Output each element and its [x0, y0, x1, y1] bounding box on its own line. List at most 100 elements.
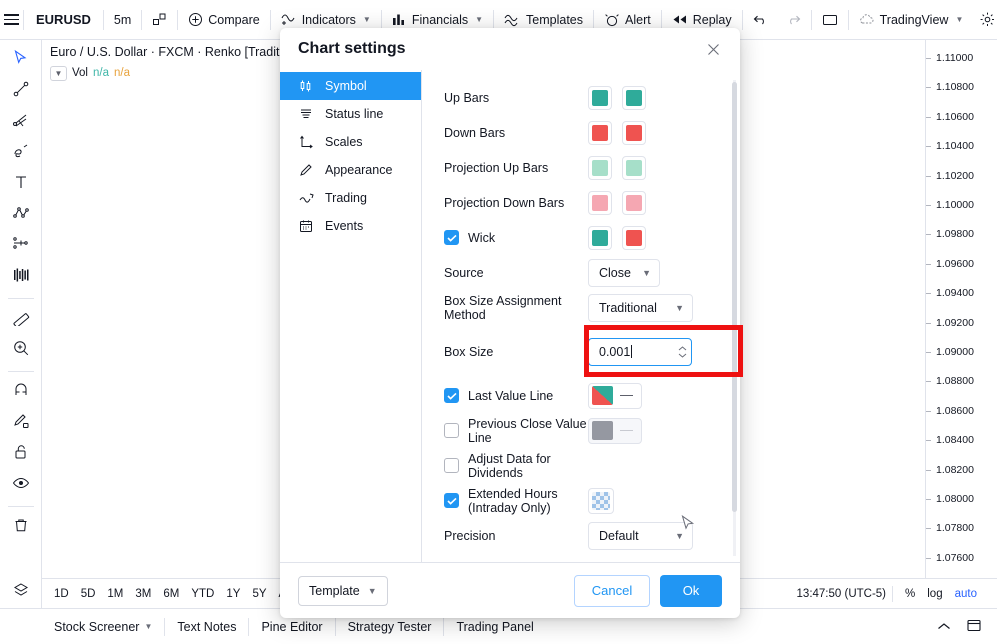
- tab-stock-screener[interactable]: Stock Screener ▼: [42, 609, 164, 644]
- layout-button[interactable]: [814, 6, 846, 34]
- nav-item-scales[interactable]: Scales: [280, 128, 421, 156]
- previous-close-line-style-swatch[interactable]: [588, 417, 642, 444]
- zoom-tool[interactable]: [4, 335, 38, 365]
- wick-down-color-swatch[interactable]: [622, 225, 646, 250]
- measure-tool[interactable]: [4, 304, 38, 334]
- precision-select[interactable]: Default ▼: [588, 521, 693, 550]
- interval-button[interactable]: 5m: [106, 6, 139, 34]
- divider: [493, 9, 495, 30]
- prediction-icon: [12, 235, 30, 258]
- undo-button[interactable]: [745, 6, 777, 34]
- symbol-button[interactable]: EURUSD: [26, 6, 101, 34]
- price-axis-tick: [926, 263, 931, 265]
- projection-up-bars-body-color-swatch[interactable]: [588, 155, 612, 180]
- wick-up-color-swatch[interactable]: [588, 225, 612, 250]
- auto-scale-button[interactable]: auto: [949, 586, 983, 602]
- range-button-ytd[interactable]: YTD: [185, 585, 220, 603]
- up-bars-border-color-swatch[interactable]: [622, 85, 646, 110]
- projection-up-bars-border-color-swatch[interactable]: [622, 155, 646, 180]
- last-value-line-label: Last Value Line: [468, 388, 554, 403]
- box-size-method-select[interactable]: Traditional ▼: [588, 293, 693, 322]
- divider: [7, 506, 34, 507]
- close-icon[interactable]: [700, 36, 726, 62]
- text-tool[interactable]: [4, 169, 38, 199]
- chevron-down-icon[interactable]: ▼: [955, 15, 963, 24]
- brush-tool[interactable]: [4, 138, 38, 168]
- prediction-tool[interactable]: [4, 231, 38, 261]
- range-button-1y[interactable]: 1Y: [220, 585, 246, 603]
- price-axis-label: 1.09000: [936, 346, 974, 358]
- percent-scale-button[interactable]: %: [899, 586, 921, 602]
- clock-label[interactable]: 13:47:50 (UTC-5): [797, 588, 886, 600]
- layout-name-button[interactable]: TradingView ▼: [851, 6, 972, 34]
- range-button-5y[interactable]: 5Y: [246, 585, 272, 603]
- extended-hours-color-swatch[interactable]: [588, 487, 614, 514]
- cancel-button[interactable]: Cancel: [574, 574, 650, 607]
- remove-drawings-tool[interactable]: [4, 512, 38, 542]
- down-bars-body-color-swatch[interactable]: [588, 120, 612, 145]
- ok-button[interactable]: Ok: [660, 574, 722, 607]
- wick-checkbox[interactable]: [444, 230, 459, 245]
- trend-line-tool[interactable]: [4, 76, 38, 106]
- extended-hours-label-group: Extended Hours (Intraday Only): [444, 487, 588, 515]
- chart-settings-button[interactable]: [971, 6, 997, 34]
- chevron-down-icon[interactable]: ▼: [363, 15, 371, 24]
- adjust-dividends-checkbox[interactable]: [444, 458, 459, 473]
- divider: [23, 9, 24, 30]
- nav-item-appearance[interactable]: Appearance: [280, 156, 421, 184]
- cursor-tool[interactable]: [4, 45, 38, 75]
- hamburger-icon[interactable]: [4, 6, 19, 34]
- scrollbar-thumb[interactable]: [732, 82, 737, 512]
- extended-hours-checkbox[interactable]: [444, 493, 459, 508]
- up-bars-body-color-swatch[interactable]: [588, 85, 612, 110]
- last-value-line-checkbox[interactable]: [444, 388, 459, 403]
- previous-close-value-line-label: Previous Close Value Line: [468, 416, 587, 445]
- price-axis[interactable]: 1.11000 1.10800 1.10600 1.10400 1.10200 1.100…: [925, 40, 997, 608]
- redo-button[interactable]: [777, 6, 809, 34]
- pitchfork-tool[interactable]: [4, 107, 38, 137]
- adjust-dividends-label-group: Adjust Data for Dividends: [444, 452, 588, 480]
- drawing-mode-tool[interactable]: [4, 408, 38, 438]
- patterns-icon: [12, 204, 30, 227]
- tab-text-notes[interactable]: Text Notes: [165, 609, 248, 644]
- nav-item-events[interactable]: Events: [280, 212, 421, 240]
- nav-item-symbol[interactable]: Symbol: [280, 72, 421, 100]
- chart-type-button[interactable]: [144, 6, 175, 34]
- range-button-5d[interactable]: 5D: [75, 585, 102, 603]
- range-button-3m[interactable]: 3M: [129, 585, 157, 603]
- range-button-1d[interactable]: 1D: [48, 585, 75, 603]
- range-button-6m[interactable]: 6M: [157, 585, 185, 603]
- last-value-line-style-swatch[interactable]: [588, 382, 642, 409]
- box-size-stepper[interactable]: [678, 345, 687, 358]
- bars-pattern-tool[interactable]: [4, 262, 38, 292]
- chevron-down-icon[interactable]: ▼: [50, 66, 67, 81]
- tradingview-app: EURUSD 5m Compare Indicators ▼ Financial…: [0, 0, 997, 644]
- source-select[interactable]: Close ▼: [588, 258, 660, 287]
- hide-drawings-tool[interactable]: [4, 470, 38, 500]
- previous-close-value-line-checkbox[interactable]: [444, 423, 459, 438]
- collapse-panel-button[interactable]: [931, 614, 957, 640]
- box-size-input[interactable]: 0.001: [588, 337, 692, 366]
- trading-icon: [298, 191, 314, 205]
- nav-item-status-line[interactable]: Status line: [280, 100, 421, 128]
- price-axis-label: 1.07600: [936, 551, 974, 564]
- log-scale-button[interactable]: log: [921, 586, 948, 602]
- magnet-tool[interactable]: [4, 377, 38, 407]
- projection-down-bars-border-color-swatch[interactable]: [622, 190, 646, 215]
- row-adjust-data-for-dividends: Adjust Data for Dividends: [444, 448, 718, 483]
- patterns-tool[interactable]: [4, 200, 38, 230]
- wick-label: Wick: [468, 230, 496, 245]
- compare-button[interactable]: Compare: [180, 6, 267, 34]
- down-bars-border-color-swatch[interactable]: [622, 120, 646, 145]
- pencil-lock-icon: [12, 412, 30, 435]
- projection-down-bars-body-color-swatch[interactable]: [588, 190, 612, 215]
- maximize-panel-button[interactable]: [961, 614, 987, 640]
- range-button-1m[interactable]: 1M: [101, 585, 129, 603]
- nav-item-trading[interactable]: Trading: [280, 184, 421, 212]
- object-tree-tool[interactable]: [4, 577, 38, 607]
- template-button[interactable]: Template ▼: [298, 575, 388, 606]
- chevron-down-icon[interactable]: ▼: [475, 15, 483, 24]
- chevron-down-icon[interactable]: ▼: [144, 622, 152, 631]
- extended-hours-label: Extended Hours (Intraday Only): [468, 486, 558, 515]
- lock-drawings-tool[interactable]: [4, 439, 38, 469]
